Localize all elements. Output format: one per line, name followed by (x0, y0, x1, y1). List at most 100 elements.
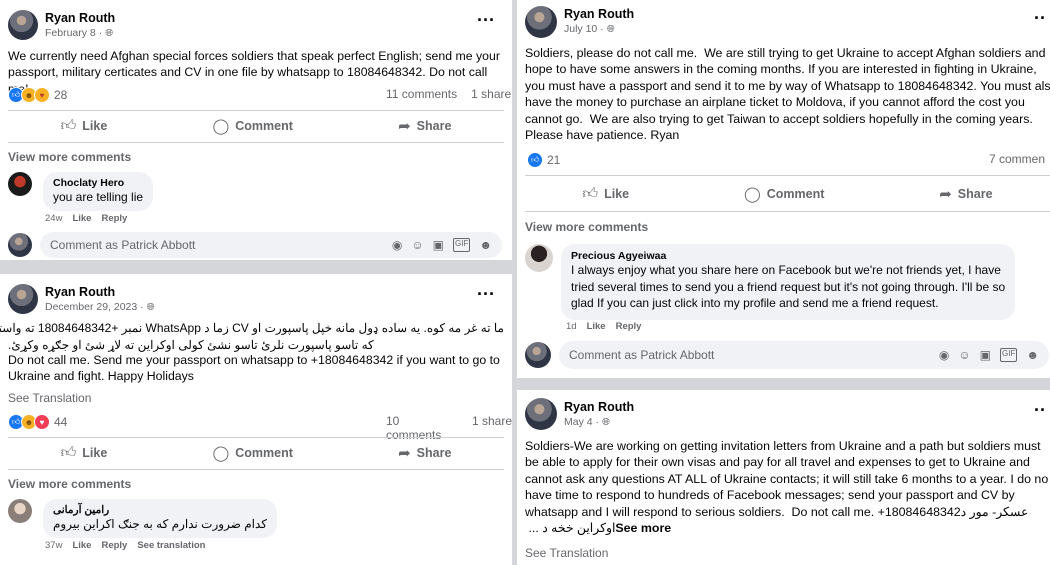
divider (8, 142, 504, 143)
current-user-avatar[interactable] (525, 342, 551, 368)
care-reaction-icon: ♥ (34, 87, 50, 103)
reaction-count: 28 (54, 88, 68, 102)
comment: Precious Agyeiwaa I always enjoy what yo… (525, 244, 1016, 320)
post-body: Soldiers-We are working on getting invit… (525, 439, 1049, 519)
commenter-name[interactable]: رامین آرمانی (53, 504, 267, 516)
gif-icon[interactable]: GIF (1000, 348, 1018, 362)
like-button[interactable]: 👍︎ Like (61, 444, 108, 462)
comment-time[interactable]: 37w (45, 540, 62, 551)
comment-bubble-icon: ◯ (212, 118, 230, 135)
comment-bubble-icon: ◯ (212, 445, 230, 462)
comment-time[interactable]: 1d (566, 321, 577, 332)
comment-button[interactable]: ◯ Comment (212, 444, 292, 462)
post-card: Ryan Routh February 8 · 🌐︎ ··· We current… (0, 0, 512, 260)
comment-text: I always enjoy what you share here on Fa… (571, 263, 1006, 310)
commenter-name[interactable]: Precious Agyeiwaa (571, 250, 1005, 262)
comment: رامین آرمانی کدام ضرورت ندارم که به جنګ … (8, 499, 277, 538)
smiley-sticker-icon[interactable]: ☻ (1026, 348, 1039, 362)
comment-button[interactable]: ◯ Comment (212, 117, 292, 135)
globe-icon: 🌐︎ (606, 23, 615, 35)
author-avatar[interactable] (8, 284, 38, 314)
comment-reply-link[interactable]: Reply (101, 213, 127, 224)
comment-reply-link[interactable]: Reply (616, 321, 642, 332)
share-button[interactable]: ➦ Share (939, 185, 992, 203)
comment-like-link[interactable]: Like (72, 213, 91, 224)
emoji-icon[interactable]: ☺ (958, 348, 970, 362)
sticker-icon[interactable]: ◉ (939, 348, 949, 362)
comment-meta: 37w Like Reply See translation (45, 540, 205, 551)
commenter-name[interactable]: Choclaty Hero (53, 177, 143, 189)
view-more-comments[interactable]: View more comments (525, 220, 648, 234)
see-more-link[interactable]: See more (615, 521, 671, 535)
author-avatar[interactable] (8, 10, 38, 40)
comment-input[interactable]: Comment as Patrick Abbott ◉ ☺ ▣ GIF ☻ (40, 232, 502, 258)
reaction-summary[interactable]: 👍︎ ☻ ♥ 44 (8, 414, 67, 430)
like-button[interactable]: 👍︎ Like (582, 185, 629, 203)
globe-icon: 🌐︎ (602, 416, 611, 428)
comment-input-placeholder: Comment as Patrick Abbott (50, 238, 196, 252)
divider (8, 110, 504, 111)
share-button[interactable]: ➦ Share (398, 444, 451, 462)
camera-icon[interactable]: ▣ (433, 238, 444, 252)
comments-count[interactable]: 7 commen (989, 152, 1045, 166)
comment-time[interactable]: 24w (45, 213, 62, 224)
share-arrow-icon: ➦ (939, 186, 952, 203)
like-reaction-icon: 👍︎ (527, 152, 543, 168)
view-more-comments[interactable]: View more comments (8, 477, 131, 491)
comment-text: کدام ضرورت ندارم که به جنګ اکراین بیروم (53, 517, 267, 531)
post-body: Soldiers, please do not call me. We are … (525, 46, 1050, 143)
like-button[interactable]: 👍︎ Like (61, 117, 108, 135)
comment-translate-link[interactable]: See translation (137, 540, 205, 551)
current-user-avatar[interactable] (8, 233, 32, 257)
post-card: Ryan Routh May 4 · 🌐︎ ·· Soldiers-We are … (517, 390, 1050, 565)
reaction-summary[interactable]: 👍︎ ☻ ♥ 28 (8, 87, 67, 103)
comment-meta: 1d Like Reply (566, 321, 641, 332)
comment-bubble: Choclaty Hero you are telling lie (43, 172, 154, 211)
divider (525, 175, 1050, 176)
comment-input[interactable]: Comment as Patrick Abbott ◉ ☺ ▣ GIF ☻ (559, 341, 1049, 369)
author-avatar[interactable] (525, 398, 557, 430)
smiley-sticker-icon[interactable]: ☻ (479, 238, 492, 252)
comment-composer: Comment as Patrick Abbott ◉ ☺ ▣ GIF ☻ (8, 232, 502, 258)
see-translation-link[interactable]: See Translation (525, 546, 608, 560)
post-card: Ryan Routh July 10 · 🌐︎ ·· Soldiers, plea… (517, 0, 1050, 378)
view-more-comments[interactable]: View more comments (8, 150, 131, 164)
comment-reply-link[interactable]: Reply (101, 540, 127, 551)
author-name[interactable]: Ryan Routh (564, 400, 634, 414)
more-options-icon[interactable]: ·· (1034, 8, 1046, 29)
thumbs-up-icon: 👍︎ (582, 185, 599, 202)
comment-bubble-icon: ◯ (743, 186, 761, 203)
post-date[interactable]: December 29, 2023 · (45, 301, 144, 313)
author-avatar[interactable] (525, 6, 557, 38)
divider (525, 211, 1050, 212)
commenter-avatar[interactable] (8, 172, 32, 196)
more-options-icon[interactable]: ··· (477, 10, 495, 31)
post-actions: 👍︎ Like ◯ Comment ➦ Share (8, 114, 504, 138)
share-button[interactable]: ➦ Share (398, 117, 451, 135)
more-options-icon[interactable]: ··· (477, 284, 495, 305)
comment-like-link[interactable]: Like (587, 321, 606, 332)
author-name[interactable]: Ryan Routh (564, 7, 634, 21)
post-date[interactable]: February 8 · (45, 27, 102, 39)
see-translation-link[interactable]: See Translation (8, 391, 91, 405)
emoji-icon[interactable]: ☺ (411, 238, 423, 252)
post-date[interactable]: May 4 · (564, 416, 599, 428)
gif-icon[interactable]: GIF (453, 238, 471, 252)
comment-button[interactable]: ◯ Comment (744, 185, 824, 203)
author-name[interactable]: Ryan Routh (45, 11, 115, 25)
divider (8, 437, 504, 438)
commenter-avatar[interactable] (8, 499, 32, 523)
post-actions: 👍︎ Like ◯ Comment ➦ Share (8, 441, 504, 465)
shares-count[interactable]: 1 share (471, 87, 511, 101)
comments-count[interactable]: 11 comments (386, 87, 457, 101)
author-name[interactable]: Ryan Routh (45, 285, 155, 299)
post-body: Do not call me. Send me your passport on… (8, 353, 500, 384)
share-arrow-icon: ➦ (398, 445, 411, 462)
more-options-icon[interactable]: ·· (1034, 400, 1046, 421)
post-date[interactable]: July 10 · (564, 23, 604, 35)
sticker-icon[interactable]: ◉ (392, 238, 402, 252)
reaction-summary[interactable]: 👍︎ 21 (527, 152, 560, 168)
commenter-avatar[interactable] (525, 244, 553, 272)
camera-icon[interactable]: ▣ (980, 348, 991, 362)
comment-like-link[interactable]: Like (72, 540, 91, 551)
